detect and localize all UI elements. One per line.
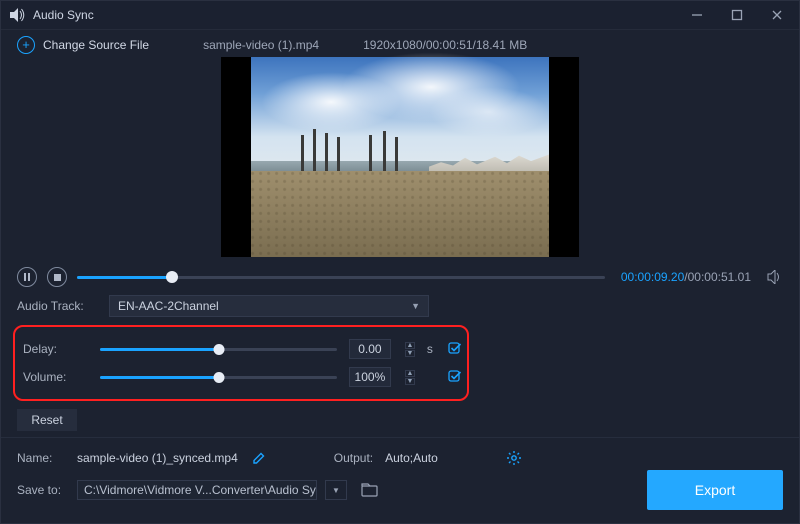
change-source-label: Change Source File <box>43 38 149 52</box>
change-source-button[interactable]: + Change Source File <box>17 36 149 54</box>
chevron-down-icon: ▼ <box>411 301 420 311</box>
transport-bar: 00:00:09.20/00:00:51.01 <box>1 261 799 289</box>
volume-icon[interactable] <box>767 270 783 284</box>
plus-icon: + <box>17 36 35 54</box>
volume-row: Volume: 100% ▲▼ <box>19 363 463 391</box>
time-display: 00:00:09.20/00:00:51.01 <box>621 270 751 284</box>
delay-spinner[interactable]: ▲▼ <box>405 342 415 357</box>
titlebar: Audio Sync <box>1 1 799 29</box>
seek-slider[interactable] <box>77 269 605 285</box>
edit-name-button[interactable] <box>252 451 266 465</box>
delay-unit: s <box>427 342 436 356</box>
spinner-up-icon[interactable]: ▲ <box>405 342 415 349</box>
open-folder-button[interactable] <box>361 483 379 497</box>
volume-slider[interactable] <box>100 370 336 384</box>
volume-value[interactable]: 100% <box>349 367 391 387</box>
spinner-down-icon[interactable]: ▼ <box>405 378 415 385</box>
close-button[interactable] <box>765 3 789 27</box>
source-file-name: sample-video (1).mp4 <box>203 38 319 52</box>
video-preview[interactable] <box>221 57 579 257</box>
footer: Name: sample-video (1)_synced.mp4 Output… <box>1 437 799 510</box>
minimize-button[interactable] <box>685 3 709 27</box>
delay-label: Delay: <box>19 342 88 356</box>
delay-slider[interactable] <box>100 342 336 356</box>
window-title: Audio Sync <box>33 8 94 22</box>
output-value: Auto;Auto <box>385 451 438 465</box>
output-settings-button[interactable] <box>506 450 522 466</box>
maximize-button[interactable] <box>725 3 749 27</box>
delay-value[interactable]: 0.00 <box>349 339 391 359</box>
play-pause-button[interactable] <box>17 267 37 287</box>
audio-track-value: EN-AAC-2Channel <box>118 299 219 313</box>
app-icon <box>7 5 27 25</box>
name-label: Name: <box>17 451 69 465</box>
source-metadata: 1920x1080/00:00:51/18.41 MB <box>363 38 527 52</box>
spinner-up-icon[interactable]: ▲ <box>405 370 415 377</box>
save-path-dropdown[interactable]: ▼ <box>325 480 347 500</box>
output-name: sample-video (1)_synced.mp4 <box>77 451 238 465</box>
volume-label: Volume: <box>19 370 88 384</box>
stop-button[interactable] <box>47 267 67 287</box>
audio-track-label: Audio Track: <box>17 299 97 313</box>
spinner-down-icon[interactable]: ▼ <box>405 350 415 357</box>
export-button[interactable]: Export <box>647 470 783 510</box>
apply-all-icon[interactable] <box>448 369 463 385</box>
audio-track-select[interactable]: EN-AAC-2Channel ▼ <box>109 295 429 317</box>
delay-row: Delay: 0.00 ▲▼ s <box>19 335 463 363</box>
save-to-label: Save to: <box>17 483 69 497</box>
audio-track-row: Audio Track: EN-AAC-2Channel ▼ <box>1 289 799 323</box>
highlighted-panel: Delay: 0.00 ▲▼ s Volume: 100% ▲▼ <box>13 325 469 401</box>
save-path[interactable]: C:\Vidmore\Vidmore V...Converter\Audio S… <box>77 480 317 500</box>
apply-all-icon[interactable] <box>448 341 463 357</box>
volume-spinner[interactable]: ▲▼ <box>405 370 415 385</box>
output-label: Output: <box>334 451 373 465</box>
reset-button[interactable]: Reset <box>17 409 77 431</box>
